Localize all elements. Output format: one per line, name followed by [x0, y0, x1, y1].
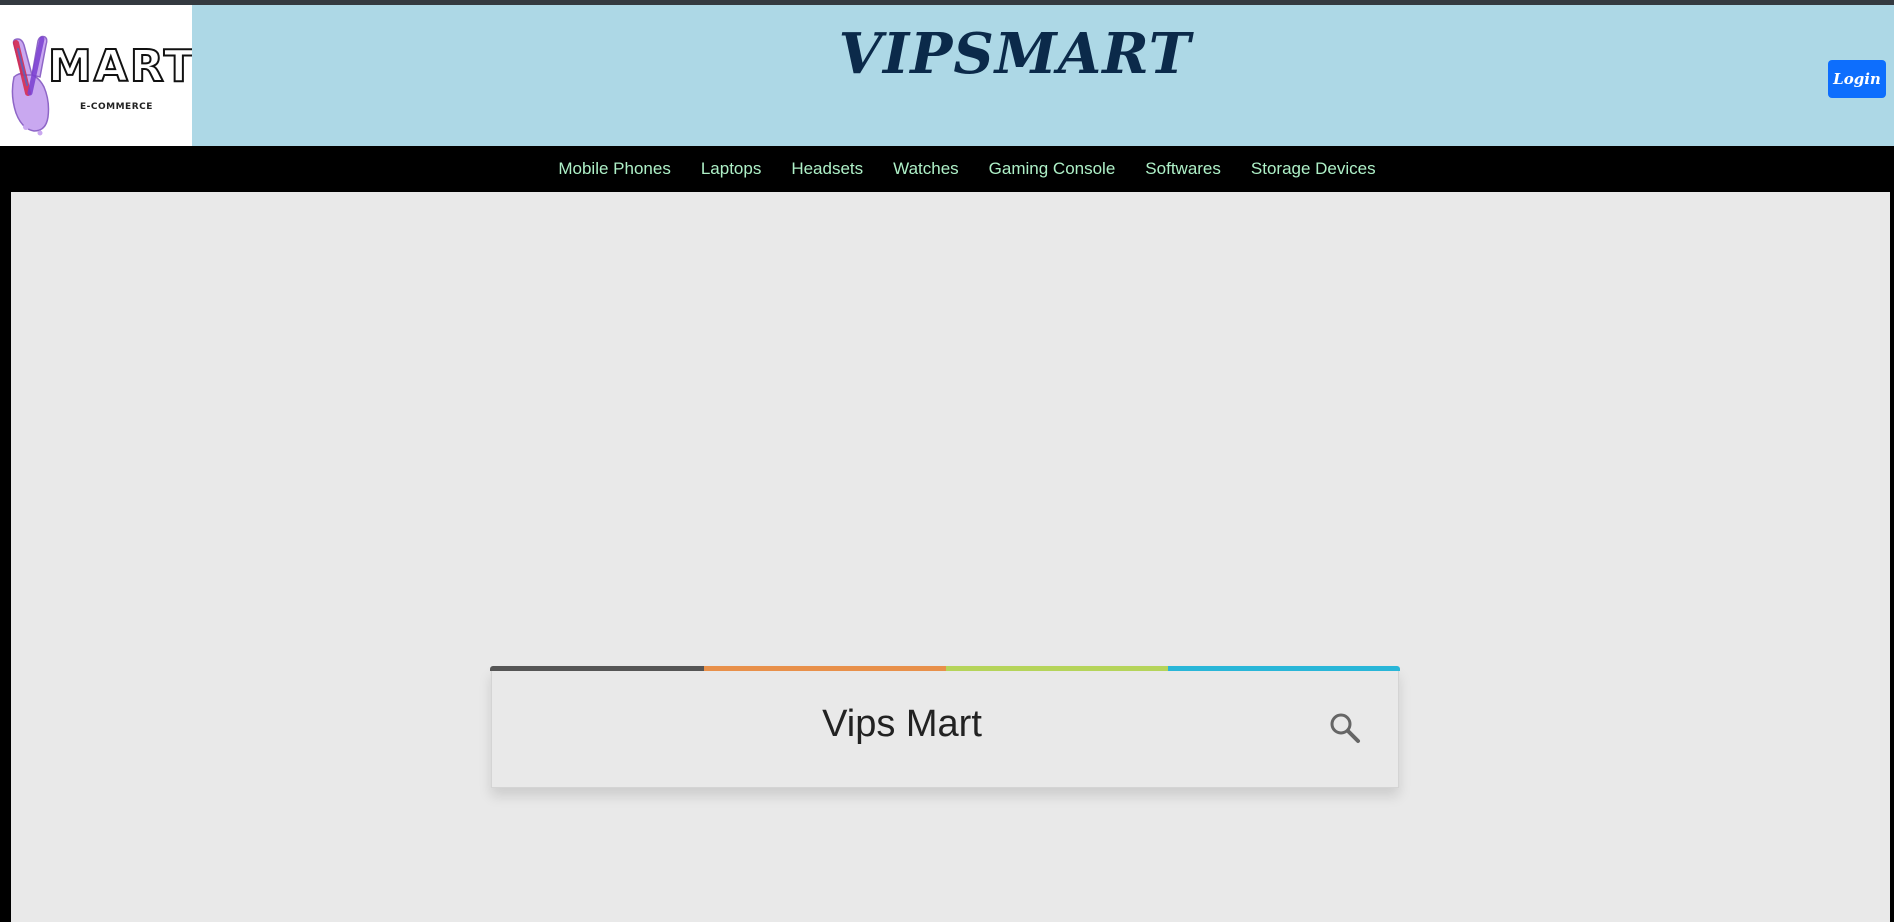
strip-segment-blue — [1168, 666, 1400, 671]
search-input[interactable]: Vips Mart — [492, 703, 1312, 746]
search-bar[interactable]: Vips Mart — [490, 666, 1400, 788]
nav-item-headsets[interactable]: Headsets — [791, 159, 863, 179]
logo-subtitle: E-COMMERCE — [80, 102, 153, 112]
nav-item-watches[interactable]: Watches — [893, 159, 959, 179]
nav-item-mobile-phones[interactable]: Mobile Phones — [558, 159, 670, 179]
login-button[interactable]: Login — [1828, 60, 1886, 98]
search-color-strip — [490, 666, 1400, 671]
site-header: MART E-COMMERCE VIPSMART Login — [0, 5, 1894, 146]
nav-item-storage-devices[interactable]: Storage Devices — [1251, 159, 1376, 179]
hero-banner: Vips Mart — [11, 192, 1890, 922]
strip-segment-gray — [490, 666, 704, 671]
nav-item-laptops[interactable]: Laptops — [701, 159, 762, 179]
strip-segment-orange — [704, 666, 946, 671]
site-title: VIPSMART — [838, 21, 1192, 87]
nav-item-softwares[interactable]: Softwares — [1145, 159, 1221, 179]
strip-segment-green — [946, 666, 1168, 671]
nav-item-gaming-console[interactable]: Gaming Console — [989, 159, 1116, 179]
category-nav: Mobile Phones Laptops Headsets Watches G… — [0, 146, 1894, 192]
search-icon[interactable] — [1328, 711, 1362, 745]
